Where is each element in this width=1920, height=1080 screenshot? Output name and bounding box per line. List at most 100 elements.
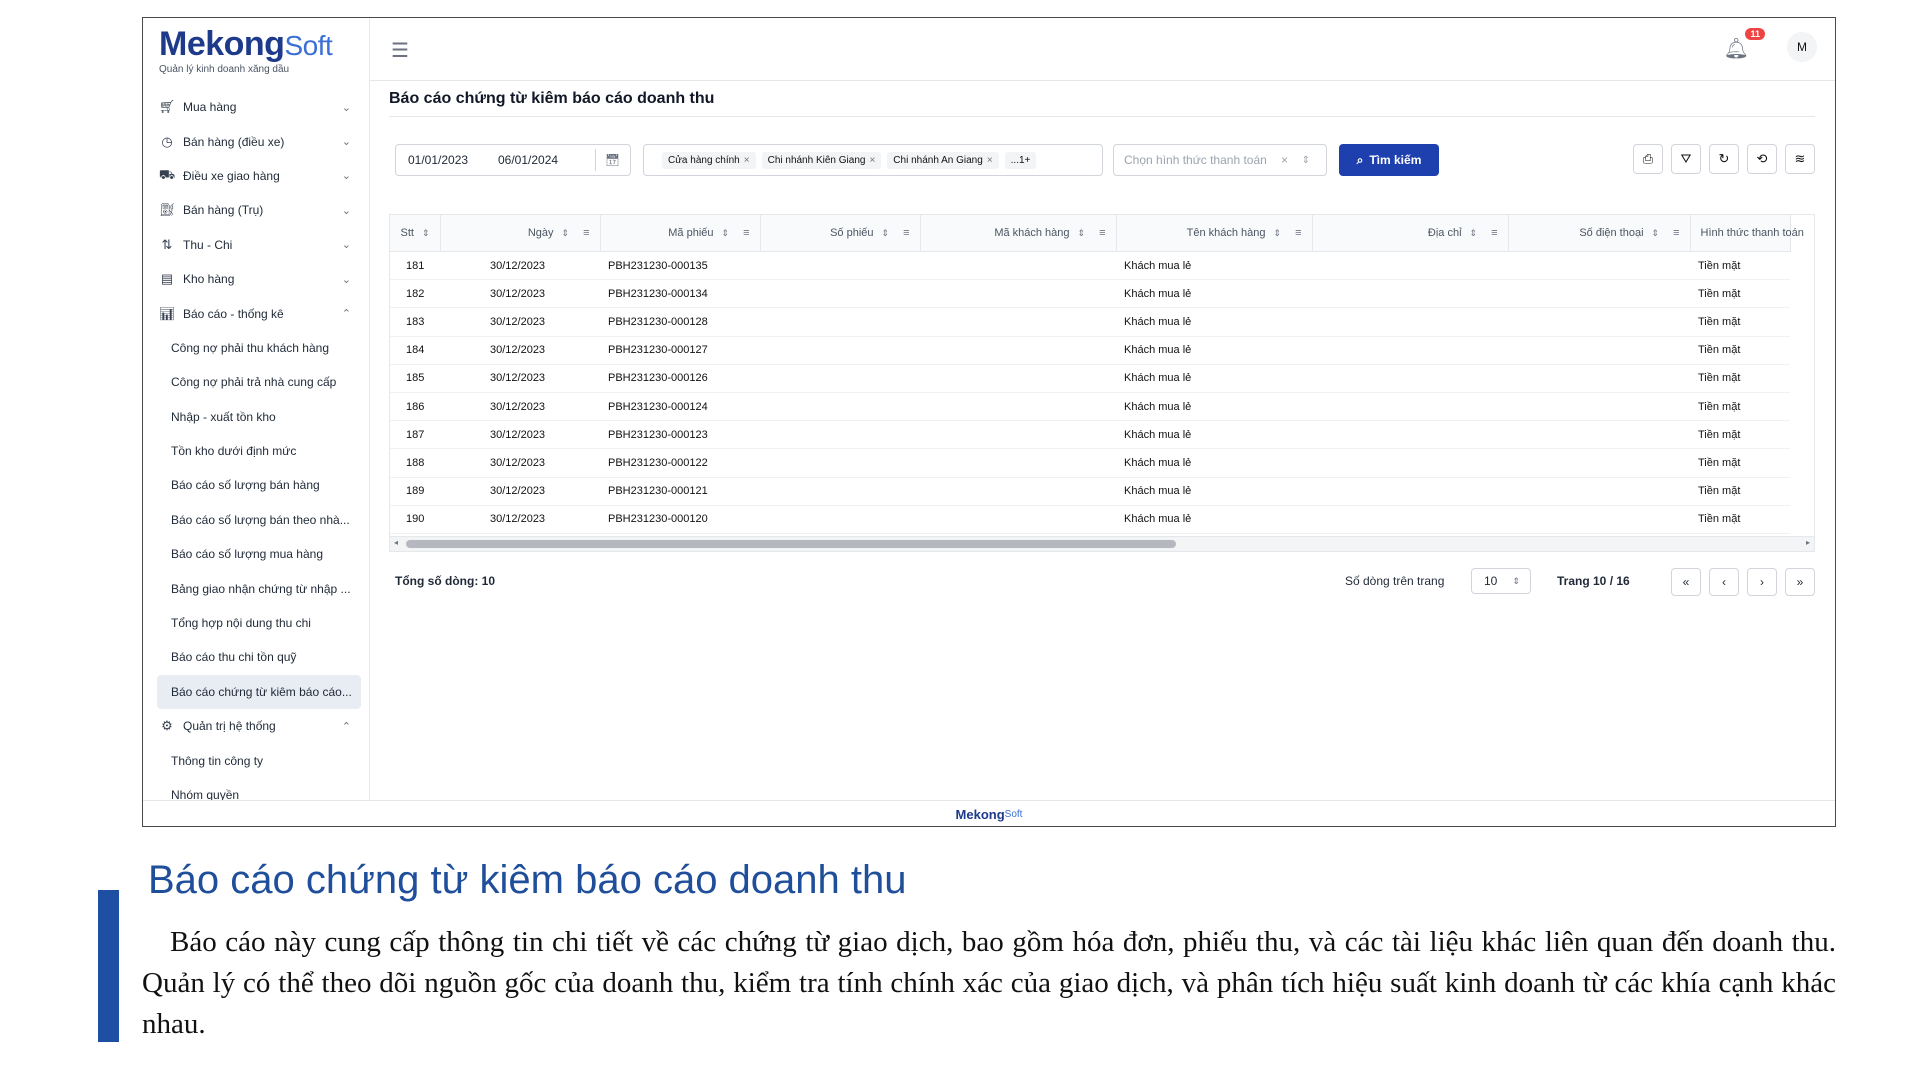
store-multiselect[interactable]: Cửa hàng chính × Chi nhánh Kiên Giang × Ch… bbox=[643, 144, 1103, 176]
sidebar-subitem[interactable]: Tổng hợp nội dung thu chi bbox=[143, 606, 369, 640]
sidebar-subitem[interactable]: Báo cáo số lượng bán theo nhà... bbox=[143, 503, 369, 537]
table-row[interactable]: 190 30/12/2023 PBH231230-000120 Khách mua l… bbox=[390, 505, 1790, 534]
scrollbar-thumb[interactable] bbox=[406, 540, 1176, 548]
rows-per-page-select[interactable]: 10 ⇕ bbox=[1471, 568, 1531, 594]
close-icon[interactable]: × bbox=[744, 155, 750, 166]
sort-icon[interactable]: ⇕ bbox=[1274, 228, 1282, 238]
filter-icon[interactable]: ≡ bbox=[583, 227, 589, 239]
sort-icon[interactable]: ⇕ bbox=[1470, 228, 1478, 238]
sidebar-subitem[interactable]: Công nợ phải thu khách hàng bbox=[143, 331, 369, 365]
filter-icon[interactable]: ≡ bbox=[1099, 227, 1105, 239]
sidebar-item-income-expense[interactable]: ⇅ Thu - Chi ⌄ bbox=[143, 228, 369, 262]
date-to-input[interactable]: 06/01/2024 bbox=[498, 153, 588, 167]
sidebar-subitem[interactable]: Nhóm quyền bbox=[143, 778, 369, 800]
column-header-date[interactable]: Ngày ⇕ ≡ bbox=[440, 215, 601, 252]
export-file-icon[interactable]: ⎙ bbox=[1633, 144, 1663, 174]
history-icon[interactable]: ⟲ bbox=[1747, 144, 1777, 174]
sidebar-item-admin[interactable]: ⚙︎ Quản trị hệ thống ⌃ bbox=[143, 709, 369, 743]
sort-icon[interactable]: ⇕ bbox=[1078, 228, 1086, 238]
next-page-icon[interactable]: › bbox=[1747, 568, 1777, 596]
table-cell: PBH231230-000124 bbox=[600, 392, 760, 422]
store-tag[interactable]: Chi nhánh An Giang × bbox=[887, 151, 999, 169]
horizontal-scrollbar[interactable]: ◂ ▸ bbox=[390, 536, 1814, 551]
date-from-input[interactable]: 01/01/2023 bbox=[408, 153, 498, 167]
payment-method-select[interactable]: Chọn hình thức thanh toán × ⇕ bbox=[1113, 144, 1327, 176]
sidebar-item-label: Mua hàng bbox=[183, 100, 237, 115]
table-row[interactable]: 184 30/12/2023 PBH231230-000127 Khách mua l… bbox=[390, 336, 1790, 365]
settings-sliders-icon[interactable]: ≋ bbox=[1785, 144, 1815, 174]
table-row[interactable]: 182 30/12/2023 PBH231230-000134 Khách mua l… bbox=[390, 279, 1790, 309]
column-header-customer-name[interactable]: Tên khách hàng ⇕ ≡ bbox=[1116, 215, 1313, 252]
table-row[interactable]: 181 30/12/2023 PBH231230-000135 Khách mua l… bbox=[390, 251, 1790, 281]
sidebar-subitem[interactable]: Báo cáo số lượng mua hàng bbox=[143, 537, 369, 571]
table-row[interactable]: 189 30/12/2023 PBH231230-000121 Khách mua l… bbox=[390, 477, 1790, 506]
sort-icon[interactable]: ⇕ bbox=[1652, 228, 1660, 238]
table-cell: 30/12/2023 bbox=[440, 477, 600, 506]
sidebar-subitem[interactable]: Công nợ phải trả nhà cung cấp bbox=[143, 365, 369, 399]
table-row[interactable]: 183 30/12/2023 PBH231230-000128 Khách mua l… bbox=[390, 307, 1790, 337]
page-title: Báo cáo chứng từ kiêm báo cáo doanh thu bbox=[389, 90, 715, 107]
column-header-payment[interactable]: Hình thức thanh toán bbox=[1690, 215, 1804, 252]
sidebar-item-warehouse[interactable]: ▤ Kho hàng ⌄ bbox=[143, 262, 369, 296]
column-header-number[interactable]: Số phiếu ⇕ ≡ bbox=[760, 215, 921, 252]
table-cell bbox=[1508, 279, 1690, 309]
filter-icon[interactable]: ≡ bbox=[743, 227, 749, 239]
table-row[interactable]: 186 30/12/2023 PBH231230-000124 Khách mua l… bbox=[390, 392, 1790, 422]
search-button[interactable]: ⌕ Tìm kiếm bbox=[1339, 144, 1439, 176]
filter-icon[interactable]: ≡ bbox=[1673, 227, 1679, 239]
close-icon[interactable]: × bbox=[869, 155, 875, 166]
accent-bar bbox=[98, 890, 119, 1042]
column-header-phone[interactable]: Số điện thoại ⇕ ≡ bbox=[1508, 215, 1691, 252]
table-row[interactable]: 187 30/12/2023 PBH231230-000123 Khách mua l… bbox=[390, 420, 1790, 450]
table-cell: Tiền mặt bbox=[1690, 420, 1790, 450]
column-header-customer-code[interactable]: Mã khách hàng ⇕ ≡ bbox=[920, 215, 1117, 252]
store-tag[interactable]: Cửa hàng chính × bbox=[662, 151, 756, 169]
close-icon[interactable]: × bbox=[987, 155, 993, 166]
table-row[interactable]: 188 30/12/2023 PBH231230-000122 Khách mua l… bbox=[390, 448, 1790, 478]
filter-icon[interactable]: ⛛ bbox=[1671, 144, 1701, 174]
last-page-icon[interactable]: » bbox=[1785, 568, 1815, 596]
sidebar-item-reports[interactable]: 📊︎ Báo cáo - thống kê ⌃ bbox=[143, 296, 369, 330]
sidebar-item-sales-dispatch[interactable]: ◷ Bán hàng (điều xe) ⌄ bbox=[143, 124, 369, 158]
sort-icon[interactable]: ⇕ bbox=[422, 228, 430, 238]
hamburger-menu-icon[interactable]: ☰ bbox=[391, 38, 409, 63]
sidebar-subitem[interactable]: Thông tin công ty bbox=[143, 743, 369, 777]
sidebar-item-sales-pump[interactable]: ⛽︎ Bán hàng (Trụ) ⌄ bbox=[143, 193, 369, 227]
calendar-icon[interactable]: 📅︎ bbox=[605, 153, 620, 167]
filter-icon[interactable]: ≡ bbox=[1491, 227, 1497, 239]
close-icon[interactable]: × bbox=[1281, 153, 1288, 167]
sort-icon[interactable]: ⇕ bbox=[722, 228, 730, 238]
sidebar-subitem-active[interactable]: Báo cáo chứng từ kiêm báo cáo... bbox=[157, 674, 361, 710]
store-tag[interactable]: Chi nhánh Kiên Giang × bbox=[761, 151, 882, 169]
filter-icon[interactable]: ≡ bbox=[1295, 227, 1301, 239]
avatar[interactable]: M bbox=[1787, 32, 1817, 62]
scroll-left-icon[interactable]: ◂ bbox=[394, 538, 398, 547]
table-cell bbox=[1508, 448, 1690, 478]
table-cell: Khách mua lẻ bbox=[1116, 364, 1312, 393]
refresh-icon[interactable]: ↻ bbox=[1709, 144, 1739, 174]
sidebar-subitem[interactable]: Nhập - xuất tồn kho bbox=[143, 400, 369, 434]
column-header-stt[interactable]: Stt ⇕ bbox=[390, 215, 441, 252]
table-cell bbox=[920, 392, 1116, 422]
column-header-code[interactable]: Mã phiếu ⇕ ≡ bbox=[600, 215, 761, 252]
first-page-icon[interactable]: « bbox=[1671, 568, 1701, 596]
store-tag-label: Chi nhánh An Giang bbox=[893, 154, 983, 166]
date-range-picker[interactable]: 01/01/2023 06/01/2024 📅︎ bbox=[395, 144, 631, 176]
filter-icon[interactable]: ≡ bbox=[903, 227, 909, 239]
scroll-right-icon[interactable]: ▸ bbox=[1806, 538, 1810, 547]
sidebar-subitem[interactable]: Báo cáo thu chi tồn quỹ bbox=[143, 640, 369, 674]
sort-icon[interactable]: ⇕ bbox=[562, 228, 570, 238]
table-cell bbox=[760, 448, 920, 478]
table-row[interactable]: 185 30/12/2023 PBH231230-000126 Khách mua l… bbox=[390, 364, 1790, 393]
sidebar-subitem[interactable]: Báo cáo số lượng bán hàng bbox=[143, 468, 369, 502]
sidebar-item-purchase[interactable]: 🛒︎ Mua hàng ⌄ bbox=[143, 90, 369, 124]
sidebar-subitem[interactable]: Bảng giao nhận chứng từ nhập ... bbox=[143, 571, 369, 605]
column-header-address[interactable]: Địa chỉ ⇕ ≡ bbox=[1312, 215, 1509, 252]
sidebar-subitem[interactable]: Tồn kho dưới định mức bbox=[143, 434, 369, 468]
logo[interactable]: MekongSoft Quản lý kinh doanh xăng dầu bbox=[159, 22, 333, 75]
previous-page-icon[interactable]: ‹ bbox=[1709, 568, 1739, 596]
sort-icon[interactable]: ⇕ bbox=[882, 228, 890, 238]
bell-icon[interactable]: 🔔︎ bbox=[1724, 36, 1749, 61]
sidebar-item-delivery[interactable]: ⛟ Điều xe giao hàng ⌄ bbox=[143, 159, 369, 193]
more-tags[interactable]: ...1+ bbox=[1004, 151, 1037, 169]
